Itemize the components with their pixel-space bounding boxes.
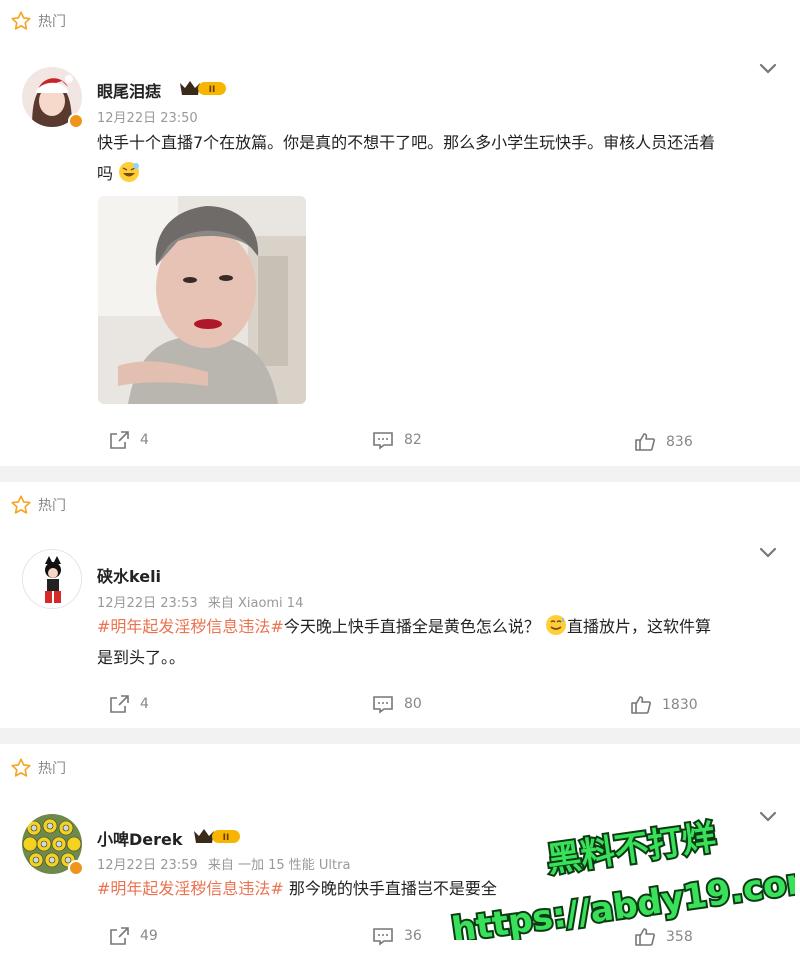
post-time: 12月22日 23:59 [97, 858, 198, 873]
share-count: 49 [140, 928, 158, 944]
svg-text:II: II [223, 833, 230, 843]
hot-tag: 热门 [10, 757, 66, 779]
comment-button[interactable]: 82 [372, 430, 422, 450]
post-card-1: 热门 眼尾泪痣 II 12月22日 23:50 快手十个直播7个在放篇。你是真的… [0, 0, 800, 466]
share-button[interactable]: 4 [108, 694, 149, 714]
comment-button[interactable]: 36 [372, 926, 422, 946]
hot-tag: 热门 [10, 10, 66, 32]
post-meta: 12月22日 23:53 来自 Xiaomi 14 [97, 592, 309, 611]
divider [0, 466, 800, 482]
avatar-astro-boy [23, 550, 81, 608]
username[interactable]: 硖水keli [97, 563, 161, 587]
avatar[interactable] [22, 549, 82, 609]
comment-icon [373, 432, 393, 450]
share-button[interactable]: 49 [108, 926, 158, 946]
watermark-line1: 黑料不打烊 [545, 818, 719, 881]
comment-count: 82 [404, 432, 422, 448]
comment-icon [373, 696, 393, 714]
star-outline-icon [11, 758, 31, 777]
post-text-line: 直播放片，这软件算 [566, 617, 711, 636]
elderly-woman-photo [98, 196, 306, 404]
post-meta: 12月22日 23:50 [97, 107, 204, 126]
post-meta: 12月22日 23:59 来自 一加 15 性能 Ultra [97, 854, 356, 873]
post-text: #明年起发淫秽信息违法#今天晚上快手直播全是黄色怎么说？ 直播放片，这软件算 是… [97, 611, 787, 673]
hot-label: 热门 [38, 14, 66, 30]
username[interactable]: 眼尾泪痣 [97, 78, 161, 102]
comment-count: 36 [404, 928, 422, 944]
post-text-line: 快手十个直播7个在放篇。你是真的不想干了吧。那么多小学生玩快手。审核人员还活着 [97, 133, 716, 152]
share-button[interactable]: 4 [108, 430, 149, 450]
post-source: 来自 Xiaomi 14 [207, 596, 304, 611]
like-count: 1830 [662, 697, 698, 713]
like-count: 836 [666, 434, 693, 450]
share-count: 4 [140, 432, 149, 448]
hot-label: 热门 [38, 761, 66, 777]
watermark: 黑料不打烊 https://abdy19.com [447, 816, 795, 940]
svg-text:II: II [209, 85, 216, 95]
vip-crown-badge-icon: II [180, 81, 226, 95]
hashtag-link[interactable]: #明年起发淫秽信息违法# [97, 617, 284, 636]
post-text-line: 今天晚上快手直播全是黄色怎么说？ [283, 617, 540, 636]
sweat-smile-emoji-icon [545, 615, 566, 635]
post-text: 快手十个直播7个在放篇。你是真的不想干了吧。那么多小学生玩快手。审核人员还活着 … [97, 127, 787, 189]
thumbs-up-icon [635, 433, 655, 451]
share-icon [110, 927, 129, 945]
post-text-line: 吗 [97, 164, 114, 183]
chevron-down-icon[interactable] [758, 546, 778, 560]
star-outline-icon [11, 11, 31, 30]
hot-label: 热门 [38, 498, 66, 514]
username[interactable]: 小啤Derek [97, 826, 183, 850]
vip-crown-badge-icon: II [194, 829, 240, 843]
hashtag-link[interactable]: #明年起发淫秽信息违法# [97, 879, 284, 898]
chevron-down-icon[interactable] [758, 62, 778, 76]
post-text-line: 是到头了。。 [97, 648, 186, 667]
comment-count: 80 [404, 696, 422, 712]
verified-badge-icon [68, 113, 84, 129]
grin-emoji-icon [119, 162, 140, 182]
star-outline-icon [11, 495, 31, 514]
share-icon [110, 695, 129, 713]
verified-badge-icon [68, 860, 84, 876]
divider [0, 728, 800, 744]
post-source: 来自 一加 15 性能 Ultra [207, 858, 351, 873]
hot-tag: 热门 [10, 494, 66, 516]
like-button[interactable]: 1830 [630, 695, 698, 715]
share-count: 4 [140, 696, 149, 712]
watermark-line2: https://abdy19.com [449, 859, 795, 940]
comment-icon [373, 928, 393, 946]
comment-button[interactable]: 80 [372, 694, 422, 714]
post-time: 12月22日 23:53 [97, 596, 198, 611]
post-image[interactable] [98, 196, 306, 404]
like-button[interactable]: 836 [634, 432, 693, 452]
post-card-2: 热门 硖水keli 12月22日 23:53 来自 Xiaomi 14 #明年起… [0, 482, 800, 728]
thumbs-up-icon [631, 696, 651, 714]
share-icon [110, 431, 129, 449]
post-time: 12月22日 23:50 [97, 111, 198, 126]
